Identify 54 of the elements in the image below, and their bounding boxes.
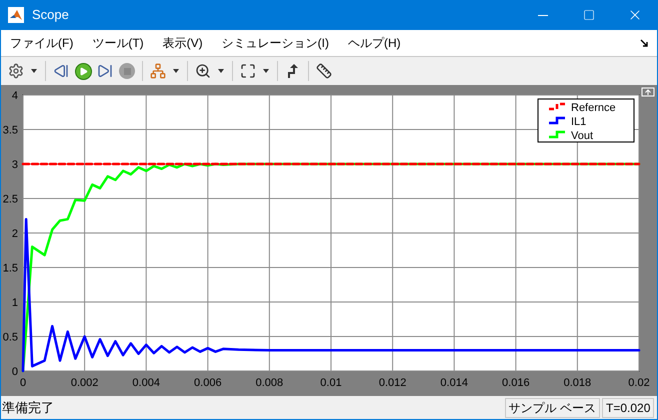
caret-icon[interactable] xyxy=(263,69,269,73)
axis-tick-label: 4 xyxy=(12,90,18,102)
axis-tick-label: 0 xyxy=(12,366,18,378)
status-time: T=0.020 xyxy=(602,398,654,418)
axis-tick-label: 0.014 xyxy=(440,377,468,389)
undock-icon[interactable] xyxy=(642,88,654,96)
maximize-icon xyxy=(583,9,595,21)
step-forward-icon xyxy=(97,63,113,79)
legend-swatch-icon xyxy=(549,102,565,110)
settings-icon xyxy=(8,63,24,79)
menu-item[interactable]: シミュレーション(I) xyxy=(216,34,334,52)
axis-tick-label: 0.002 xyxy=(70,377,98,389)
play-icon xyxy=(74,62,92,80)
hierarchy-icon xyxy=(150,63,166,79)
axis-tick-label: 2.5 xyxy=(2,194,18,206)
axis-tick-label: 0.02 xyxy=(628,377,650,389)
caret-icon[interactable] xyxy=(173,69,179,73)
legend-label: IL1 xyxy=(571,116,586,128)
legend-label: Refernce xyxy=(571,102,616,114)
menu-item[interactable]: ツール(T) xyxy=(87,34,149,52)
step-arrow-icon xyxy=(286,63,300,79)
stop-icon xyxy=(119,63,135,79)
minimize-icon xyxy=(538,14,548,16)
caret-icon[interactable] xyxy=(218,69,224,73)
axis-tick-label: 0.004 xyxy=(132,377,160,389)
caret-icon[interactable] xyxy=(31,69,37,73)
axis-tick-label: 0.016 xyxy=(502,377,530,389)
zoom-in-icon xyxy=(195,63,211,79)
diagonal-arrow-icon[interactable] xyxy=(640,38,649,48)
axis-tick-label: 0.006 xyxy=(194,377,222,389)
window-title: Scope xyxy=(32,6,69,24)
axis-tick-label: 1.5 xyxy=(2,262,18,274)
status-message: 準備完了 xyxy=(1,398,54,417)
menu-item[interactable]: ファイル(F) xyxy=(5,34,78,52)
axis-tick-label: 0 xyxy=(20,377,26,389)
ruler-icon xyxy=(316,63,332,79)
step-back-icon xyxy=(53,63,69,79)
axis-tick-label: 0.012 xyxy=(378,377,406,389)
menu-item[interactable]: ヘルプ(H) xyxy=(342,34,406,52)
status-mode: サンプル ベース xyxy=(504,398,600,418)
fit-to-view-icon xyxy=(240,63,256,79)
axis-tick-label: 1 xyxy=(12,297,18,309)
legend-swatch-icon xyxy=(549,130,565,138)
app-logo-icon xyxy=(8,7,24,23)
legend-swatch-icon xyxy=(549,116,565,124)
axis-tick-label: 3 xyxy=(12,159,18,171)
axis-tick-label: 0.5 xyxy=(2,332,18,344)
axis-tick-label: 0.008 xyxy=(256,377,284,389)
menu-item[interactable]: 表示(V) xyxy=(158,34,208,52)
axis-tick-label: 0.01 xyxy=(320,377,342,389)
legend-label: Vout xyxy=(571,130,594,142)
axis-tick-label: 3.5 xyxy=(2,124,18,136)
axis-tick-label: 2 xyxy=(12,228,18,240)
axis-tick-label: 0.018 xyxy=(564,377,592,389)
